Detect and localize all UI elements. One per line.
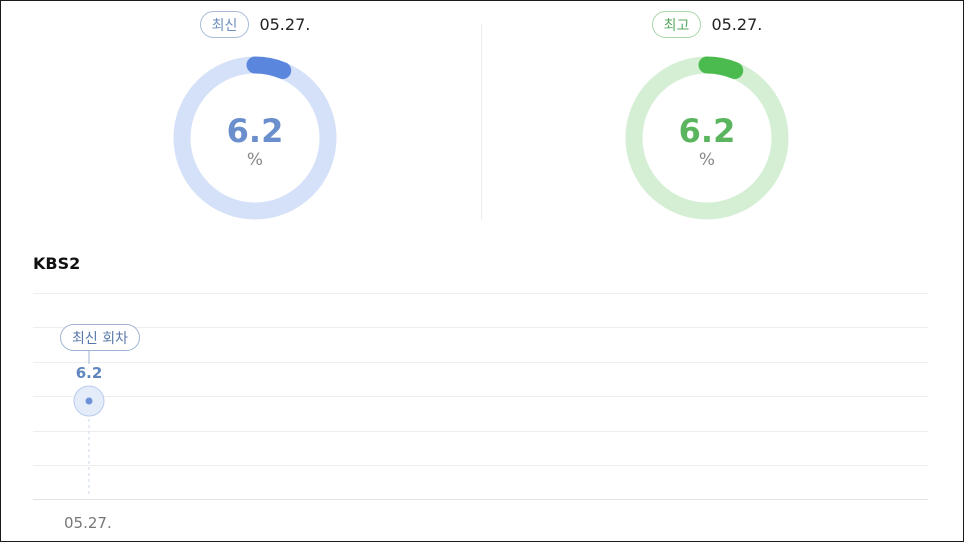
chart-gridline [33,396,928,397]
summary-divider [481,24,482,220]
x-tick-label: 05.27. [64,514,112,532]
chart-gridline [33,431,928,432]
recent-rating-unit: % [246,150,264,170]
recent-rating-donut: 6.2 % [173,56,337,220]
frame [0,0,964,542]
best-badge: 최고 [651,11,702,38]
chart-gridline [33,465,928,466]
recent-rating-header: 최신 05.27. [135,11,375,38]
data-label: 6.2 [75,364,103,382]
best-rating-header: 최고 05.27. [587,11,827,38]
chart-baseline [33,499,928,500]
latest-episode-label: 최신 회차 [60,324,140,351]
recent-rating-value: 6.2 [226,112,284,150]
best-rating-unit: % [698,150,716,170]
channel-title: KBS2 [33,254,81,273]
best-date: 05.27. [711,15,763,34]
chart-gridline [33,327,928,328]
recent-date: 05.27. [259,15,311,34]
chart-gridline [33,293,928,294]
recent-badge: 최신 [199,11,250,38]
best-rating-donut: 6.2 % [625,56,789,220]
chart-gridline [33,362,928,363]
best-rating-value: 6.2 [678,112,736,150]
